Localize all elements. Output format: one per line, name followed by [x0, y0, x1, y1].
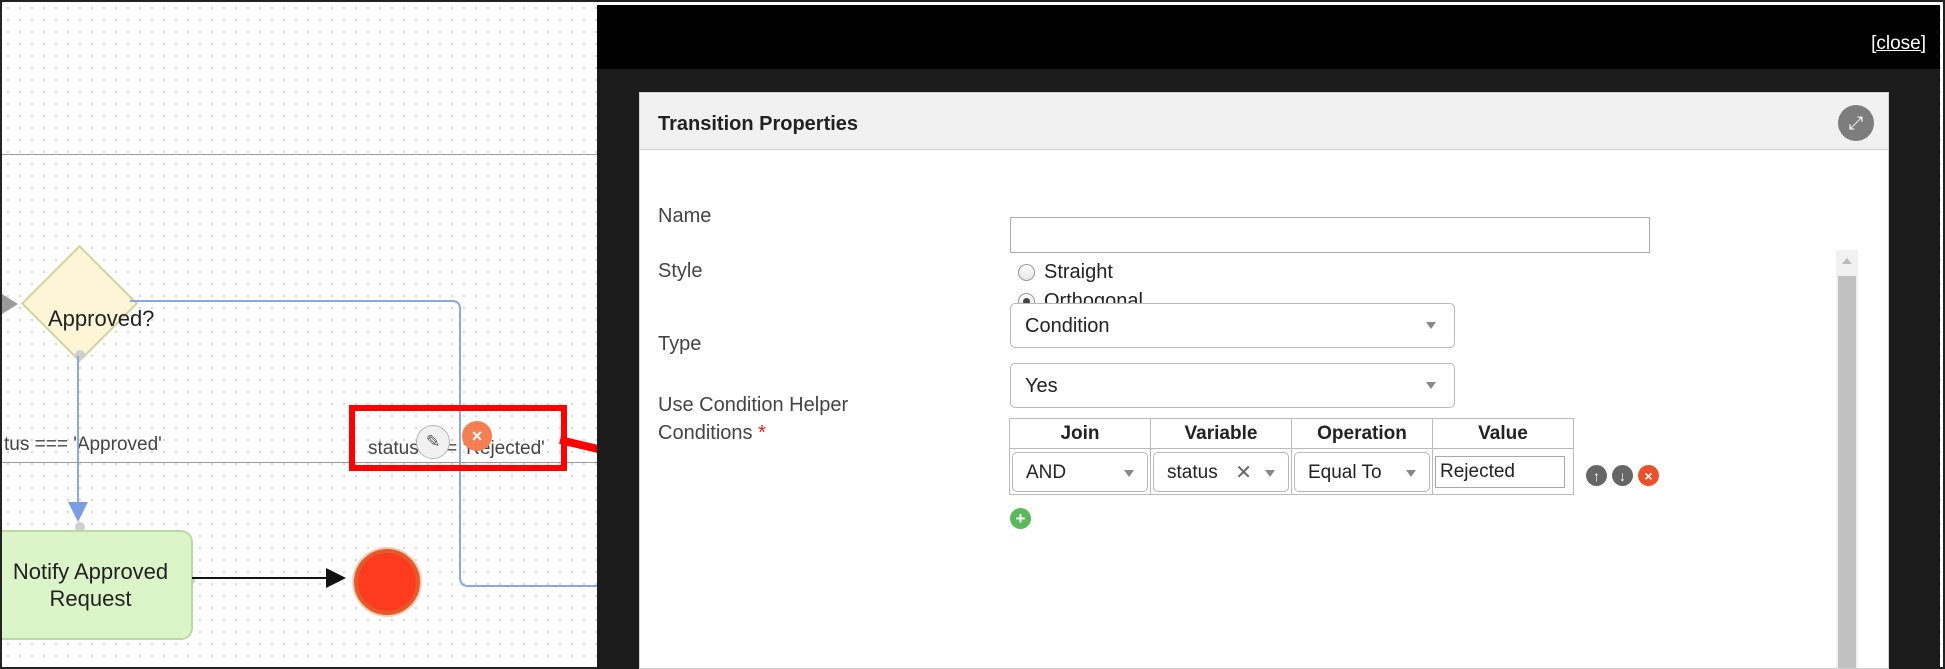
conditions-label-text: Conditions: [658, 422, 753, 444]
operation-select-value: Equal To: [1308, 461, 1382, 483]
radio-straight[interactable]: [1018, 264, 1035, 281]
scroll-up-icon[interactable]: [1842, 258, 1852, 264]
variable-select[interactable]: status ✕: [1153, 451, 1289, 492]
variable-select-value: status: [1167, 461, 1218, 483]
name-label: Name: [658, 205, 712, 227]
chevron-down-icon: [1406, 469, 1416, 477]
value-input[interactable]: [1435, 455, 1565, 488]
chevron-down-icon: [1426, 382, 1436, 389]
expand-icon[interactable]: ⤢: [1838, 105, 1874, 141]
join-select-value: AND: [1026, 461, 1067, 483]
dialog-title-bar: Transition Properties ⤢: [640, 93, 1888, 150]
join-select[interactable]: AND: [1012, 451, 1148, 492]
required-marker: *: [758, 422, 766, 444]
conditions-label: Conditions *: [658, 422, 766, 445]
clear-icon[interactable]: ✕: [1235, 460, 1252, 485]
radio-straight-label: Straight: [1044, 261, 1113, 283]
type-select-value: Condition: [1025, 315, 1110, 337]
scroll-thumb[interactable]: [1838, 276, 1856, 668]
column-header-join: Join: [1009, 418, 1151, 449]
type-label: Type: [658, 333, 702, 355]
condition-helper-select[interactable]: Yes: [1010, 363, 1455, 408]
column-header-variable: Variable: [1150, 418, 1292, 449]
style-label: Style: [658, 260, 703, 282]
properties-dialog: Transition Properties ⤢ Name Style Strai…: [639, 92, 1889, 669]
scrollbar[interactable]: [1836, 250, 1858, 668]
type-select[interactable]: Condition: [1010, 303, 1455, 348]
modal-header: [close]: [597, 5, 1940, 69]
conditions-table: Join Variable Operation Value AND status…: [1009, 418, 1574, 495]
move-down-icon[interactable]: ↓: [1612, 465, 1633, 486]
name-input[interactable]: [1010, 217, 1650, 253]
chevron-down-icon: [1124, 469, 1134, 477]
operation-cell: Equal To: [1291, 448, 1433, 495]
style-option-straight[interactable]: Straight: [1018, 261, 1113, 284]
condition-helper-value: Yes: [1025, 375, 1058, 397]
transition-modal: [close] Transition Properties ⤢ Name Sty…: [597, 5, 1940, 669]
dialog-title: Transition Properties: [658, 113, 859, 135]
properties-form: Name Style Straight Orthogonal Type Cond…: [640, 150, 1858, 668]
condition-helper-label: Use Condition Helper: [658, 394, 849, 416]
join-cell: AND: [1009, 448, 1151, 495]
remove-condition-icon[interactable]: ×: [1638, 465, 1659, 486]
move-up-icon[interactable]: ↑: [1586, 465, 1607, 486]
value-cell: [1432, 448, 1574, 495]
condition-row: AND status ✕ Equal To Rejected: [1009, 448, 1574, 495]
column-header-value: Value: [1432, 418, 1574, 449]
chevron-down-icon: [1426, 322, 1436, 329]
column-header-operation: Operation: [1291, 418, 1433, 449]
add-condition-icon[interactable]: +: [1010, 508, 1031, 529]
operation-select[interactable]: Equal To: [1294, 451, 1430, 492]
highlight-box: [349, 405, 567, 471]
variable-cell: status ✕: [1150, 448, 1292, 495]
chevron-down-icon: [1265, 469, 1275, 477]
close-link[interactable]: [close]: [1871, 33, 1926, 55]
